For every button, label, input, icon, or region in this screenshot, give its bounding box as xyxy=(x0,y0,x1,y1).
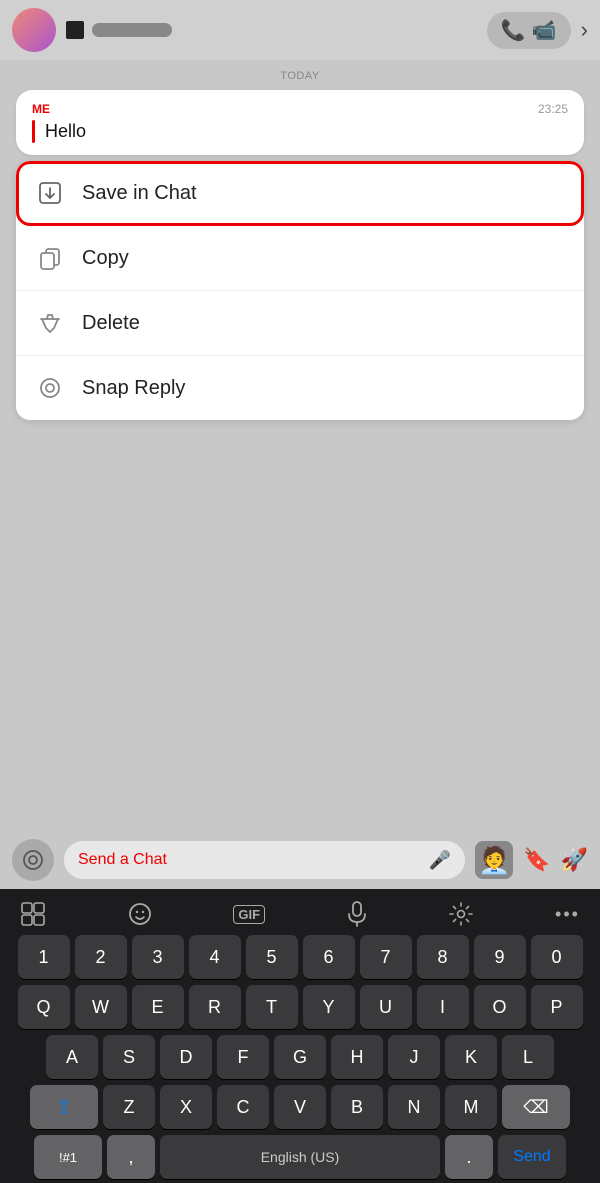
key-e[interactable]: E xyxy=(132,985,184,1029)
save-in-chat-label: Save in Chat xyxy=(82,182,197,205)
red-bar-indicator xyxy=(32,120,35,143)
key-m[interactable]: M xyxy=(445,1085,497,1129)
key-g[interactable]: G xyxy=(274,1035,326,1079)
delete-key[interactable]: ⌫ xyxy=(502,1085,570,1129)
rocket-icon[interactable]: 🚀 xyxy=(561,847,588,873)
contact-name xyxy=(92,23,172,37)
key-9[interactable]: 9 xyxy=(474,935,526,979)
settings-icon[interactable] xyxy=(448,901,474,927)
key-x[interactable]: X xyxy=(160,1085,212,1129)
key-r[interactable]: R xyxy=(189,985,241,1029)
key-l[interactable]: L xyxy=(502,1035,554,1079)
message-time: 23:25 xyxy=(538,102,568,116)
key-h[interactable]: H xyxy=(331,1035,383,1079)
keyboard: GIF ••• 1 2 3 xyxy=(0,889,600,1183)
key-s[interactable]: S xyxy=(103,1035,155,1079)
chat-input-field[interactable]: Send a Chat 🎤 xyxy=(64,841,465,879)
call-video-pill[interactable]: 📞 📹 xyxy=(487,12,571,49)
today-label: TODAY xyxy=(16,70,584,82)
comma-key[interactable]: , xyxy=(107,1135,155,1179)
menu-item-delete[interactable]: Delete xyxy=(16,291,584,356)
gif-button[interactable]: GIF xyxy=(233,905,265,924)
context-menu: Save in Chat Copy Delete xyxy=(16,161,584,420)
key-v[interactable]: V xyxy=(274,1085,326,1129)
menu-item-copy[interactable]: Copy xyxy=(16,226,584,291)
key-a[interactable]: A xyxy=(46,1035,98,1079)
menu-item-save-in-chat[interactable]: Save in Chat xyxy=(16,161,584,226)
numbers-key[interactable]: !#1 xyxy=(34,1135,102,1179)
extra-icons: 🔖 🚀 xyxy=(523,847,588,873)
chat-area: TODAY ME 23:25 Hello Save in Chat xyxy=(0,60,600,436)
key-5[interactable]: 5 xyxy=(246,935,298,979)
header-actions: 📞 📹 › xyxy=(487,12,588,49)
camera-button[interactable] xyxy=(12,839,54,881)
key-f[interactable]: F xyxy=(217,1035,269,1079)
key-c[interactable]: C xyxy=(217,1085,269,1129)
menu-item-snap-reply[interactable]: Snap Reply xyxy=(16,356,584,420)
message-bubble: ME 23:25 Hello xyxy=(16,90,584,155)
bookmark-icon[interactable]: 🔖 xyxy=(523,847,550,873)
delete-label: Delete xyxy=(82,312,140,335)
key-b[interactable]: B xyxy=(331,1085,383,1129)
snap-reply-icon xyxy=(36,374,64,402)
key-6[interactable]: 6 xyxy=(303,935,355,979)
key-k[interactable]: K xyxy=(445,1035,497,1079)
key-t[interactable]: T xyxy=(246,985,298,1029)
key-2[interactable]: 2 xyxy=(75,935,127,979)
phone-icon[interactable]: 📞 xyxy=(501,18,526,43)
key-4[interactable]: 4 xyxy=(189,935,241,979)
keyboard-rows: 1 2 3 4 5 6 7 8 9 0 Q W E R T Y U I xyxy=(4,935,596,1179)
sticker-button[interactable]: 🧑‍💼 xyxy=(475,841,513,879)
chat-placeholder: Send a Chat xyxy=(78,851,421,869)
microphone-icon[interactable] xyxy=(346,901,368,927)
key-j[interactable]: J xyxy=(388,1035,440,1079)
key-d[interactable]: D xyxy=(160,1035,212,1079)
send-key[interactable]: Send xyxy=(498,1135,566,1179)
space-key[interactable]: English (US) xyxy=(160,1135,440,1179)
message-content: Hello xyxy=(32,120,568,143)
chat-header: 📞 📹 › xyxy=(0,0,600,60)
bottom-area: Send a Chat 🎤 🧑‍💼 🔖 🚀 xyxy=(0,831,600,1183)
key-y[interactable]: Y xyxy=(303,985,355,1029)
emoji-sticker-icon[interactable] xyxy=(20,901,46,927)
smiley-icon[interactable] xyxy=(127,901,153,927)
key-3[interactable]: 3 xyxy=(132,935,184,979)
video-icon[interactable]: 📹 xyxy=(532,18,557,43)
number-row: 1 2 3 4 5 6 7 8 9 0 xyxy=(8,935,592,979)
message-sender: ME xyxy=(32,102,50,116)
snap-reply-label: Snap Reply xyxy=(82,377,185,400)
message-header: ME 23:25 xyxy=(32,102,568,116)
key-o[interactable]: O xyxy=(474,985,526,1029)
copy-label: Copy xyxy=(82,247,129,270)
period-key[interactable]: . xyxy=(445,1135,493,1179)
contact-icon xyxy=(66,21,84,39)
asdf-row: A S D F G H J K L xyxy=(8,1035,592,1079)
save-in-chat-icon xyxy=(36,179,64,207)
copy-icon xyxy=(36,244,64,272)
message-text: Hello xyxy=(45,120,86,143)
more-icon[interactable]: ••• xyxy=(555,904,580,925)
key-n[interactable]: N xyxy=(388,1085,440,1129)
delete-icon xyxy=(36,309,64,337)
key-w[interactable]: W xyxy=(75,985,127,1029)
qwerty-row: Q W E R T Y U I O P xyxy=(8,985,592,1029)
key-i[interactable]: I xyxy=(417,985,469,1029)
key-p[interactable]: P xyxy=(531,985,583,1029)
bottom-row: !#1 , English (US) . Send xyxy=(8,1135,592,1179)
key-1[interactable]: 1 xyxy=(18,935,70,979)
keyboard-toolbar: GIF ••• xyxy=(4,897,596,935)
shift-key[interactable]: ⇧ xyxy=(30,1085,98,1129)
key-q[interactable]: Q xyxy=(18,985,70,1029)
chat-input-bar: Send a Chat 🎤 🧑‍💼 🔖 🚀 xyxy=(0,831,600,889)
key-u[interactable]: U xyxy=(360,985,412,1029)
mic-icon[interactable]: 🎤 xyxy=(429,850,451,871)
key-z[interactable]: Z xyxy=(103,1085,155,1129)
key-0[interactable]: 0 xyxy=(531,935,583,979)
key-8[interactable]: 8 xyxy=(417,935,469,979)
key-7[interactable]: 7 xyxy=(360,935,412,979)
contact-info xyxy=(66,21,477,39)
chevron-icon[interactable]: › xyxy=(581,17,588,43)
zxcv-row: ⇧ Z X C V B N M ⌫ xyxy=(8,1085,592,1129)
avatar[interactable] xyxy=(12,8,56,52)
